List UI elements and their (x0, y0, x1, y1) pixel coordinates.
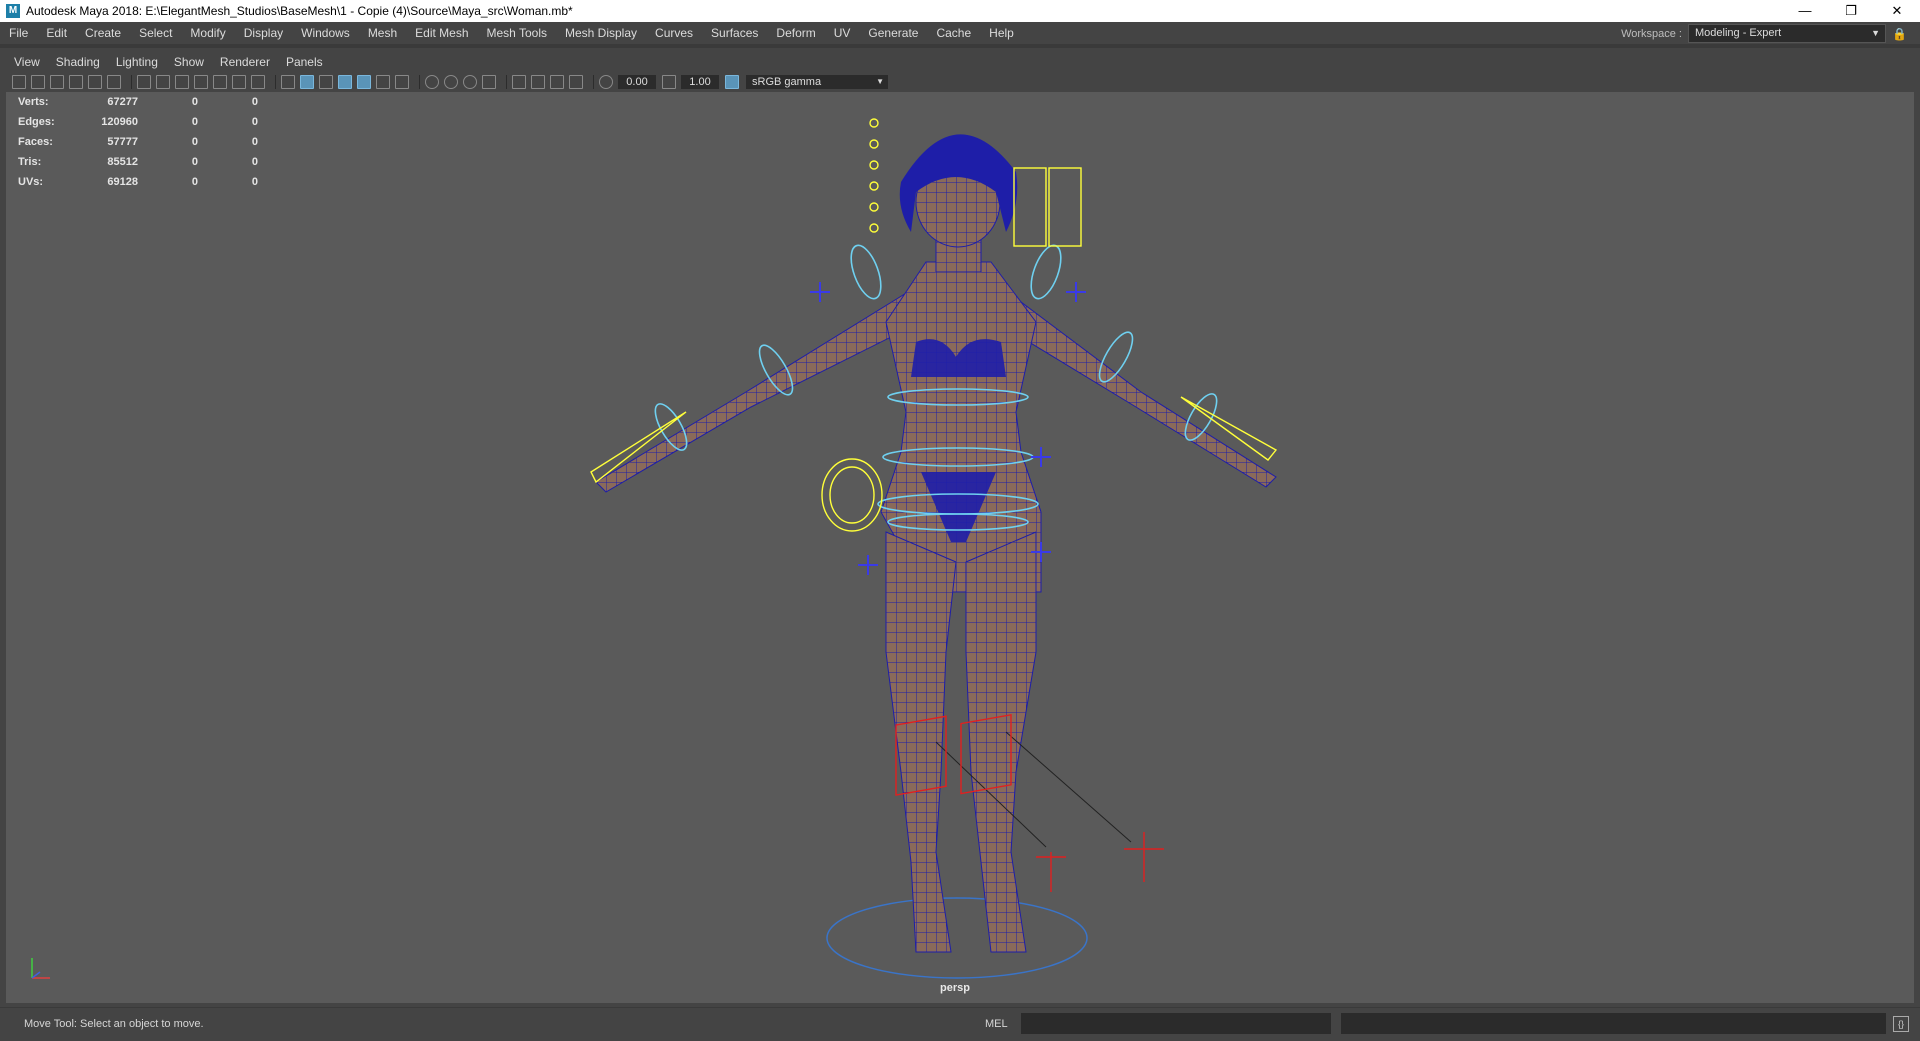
panel-menu-renderer[interactable]: Renderer (212, 55, 278, 69)
gate-mask-icon[interactable] (194, 75, 208, 89)
default-lighting-icon[interactable] (319, 75, 333, 89)
screen-space-ao-icon[interactable] (425, 75, 439, 89)
isolate-select-icon[interactable] (512, 75, 526, 89)
script-editor-icon[interactable]: {} (1893, 1016, 1909, 1032)
menu-file[interactable]: File (0, 26, 37, 40)
maya-icon: M (6, 4, 20, 18)
command-input[interactable] (1021, 1013, 1331, 1034)
chevron-down-icon: ▼ (876, 77, 884, 86)
anti-aliasing-icon[interactable] (463, 75, 477, 89)
menu-generate[interactable]: Generate (859, 26, 927, 40)
wireframe-icon[interactable] (281, 75, 295, 89)
title-bar: M Autodesk Maya 2018: E:\ElegantMesh_Stu… (0, 0, 1920, 22)
use-all-lights-icon[interactable] (376, 75, 390, 89)
exposure-field[interactable]: 0.00 (618, 75, 656, 89)
menu-display[interactable]: Display (235, 26, 292, 40)
menu-select[interactable]: Select (130, 26, 181, 40)
menu-help[interactable]: Help (980, 26, 1023, 40)
bookmarks-icon[interactable] (50, 75, 64, 89)
menu-mesh-tools[interactable]: Mesh Tools (478, 26, 556, 40)
divider (0, 44, 1920, 48)
menu-edit-mesh[interactable]: Edit Mesh (406, 26, 477, 40)
depth-of-field-icon[interactable] (482, 75, 496, 89)
toolbar-separator (275, 75, 276, 89)
gamma-icon[interactable] (662, 75, 676, 89)
panel-menu-lighting[interactable]: Lighting (108, 55, 166, 69)
image-plane-icon[interactable] (69, 75, 83, 89)
workspace-value: Modeling - Expert (1695, 27, 1782, 39)
menu-edit[interactable]: Edit (37, 26, 76, 40)
grid-icon[interactable] (137, 75, 151, 89)
window-title: Autodesk Maya 2018: E:\ElegantMesh_Studi… (26, 4, 573, 18)
color-management-icon[interactable] (725, 75, 739, 89)
toolbar-separator (506, 75, 507, 89)
command-line-bar: Move Tool: Select an object to move. MEL… (0, 1007, 1920, 1041)
exposure-icon[interactable] (599, 75, 613, 89)
safe-title-icon[interactable] (251, 75, 265, 89)
menu-deform[interactable]: Deform (767, 26, 824, 40)
main-menu-bar: File Edit Create Select Modify Display W… (0, 22, 1920, 44)
menu-modify[interactable]: Modify (181, 26, 234, 40)
grease-pencil-icon[interactable] (107, 75, 121, 89)
textured-icon[interactable] (357, 75, 371, 89)
character-rig (590, 118, 1278, 979)
resolution-gate-icon[interactable] (175, 75, 189, 89)
menu-create[interactable]: Create (76, 26, 130, 40)
panel-menu-shading[interactable]: Shading (48, 55, 108, 69)
safe-action-icon[interactable] (232, 75, 246, 89)
panel-menu-view[interactable]: View (6, 55, 48, 69)
workspace-dropdown[interactable]: Modeling - Expert ▼ (1688, 24, 1886, 43)
help-line: Move Tool: Select an object to move. (24, 1018, 204, 1030)
menu-surfaces[interactable]: Surfaces (702, 26, 767, 40)
menu-cache[interactable]: Cache (927, 26, 980, 40)
wireframe-on-shaded-icon[interactable] (338, 75, 352, 89)
command-result (1341, 1013, 1886, 1034)
toolbar-separator (419, 75, 420, 89)
xray-active-components-icon[interactable] (550, 75, 564, 89)
restore-icon[interactable]: ❐ (1828, 0, 1874, 22)
shadows-icon[interactable] (395, 75, 409, 89)
panel-menu-bar: View Shading Lighting Show Renderer Pane… (6, 52, 1914, 72)
xray-joints-icon[interactable] (569, 75, 583, 89)
gamma-field[interactable]: 1.00 (681, 75, 719, 89)
camera-attributes-icon[interactable] (31, 75, 45, 89)
body-mesh[interactable] (595, 134, 1277, 953)
motion-blur-icon[interactable] (444, 75, 458, 89)
menu-windows[interactable]: Windows (292, 26, 359, 40)
film-gate-icon[interactable] (156, 75, 170, 89)
toolbar-separator (131, 75, 132, 89)
toolbar-separator (593, 75, 594, 89)
two-d-pan-zoom-icon[interactable] (88, 75, 102, 89)
script-language-toggle[interactable]: MEL (985, 1018, 1008, 1030)
view-axis-icon (31, 958, 50, 979)
panel-menu-panels[interactable]: Panels (278, 55, 331, 69)
xray-icon[interactable] (531, 75, 545, 89)
field-chart-icon[interactable] (213, 75, 227, 89)
menu-uv[interactable]: UV (825, 26, 860, 40)
select-camera-icon[interactable] (12, 75, 26, 89)
panel-menu-show[interactable]: Show (166, 55, 212, 69)
lock-icon[interactable]: 🔒 (1892, 26, 1907, 42)
minimize-icon[interactable]: — (1782, 0, 1828, 22)
view-transform-dropdown[interactable]: sRGB gamma ▼ (746, 75, 888, 89)
window-controls: — ❐ ✕ (1782, 0, 1920, 22)
menu-curves[interactable]: Curves (646, 26, 702, 40)
workspace-label: Workspace : (1621, 27, 1682, 40)
smooth-shade-icon[interactable] (300, 75, 314, 89)
menu-mesh-display[interactable]: Mesh Display (556, 26, 646, 40)
workspace-selector: Workspace : Modeling - Expert ▼ 🔒 (1621, 24, 1907, 43)
menu-mesh[interactable]: Mesh (359, 26, 406, 40)
perspective-viewport[interactable]: Verts: 67277 0 0 Edges: 120960 0 0 Faces… (6, 92, 1914, 1003)
view-transform-value: sRGB gamma (752, 76, 822, 88)
close-icon[interactable]: ✕ (1874, 0, 1920, 22)
panel-toolbar: 0.00 1.00 sRGB gamma ▼ (6, 72, 1920, 92)
root-controller[interactable] (826, 897, 1088, 979)
chevron-down-icon: ▼ (1871, 28, 1880, 38)
camera-name-label: persp (940, 982, 970, 994)
